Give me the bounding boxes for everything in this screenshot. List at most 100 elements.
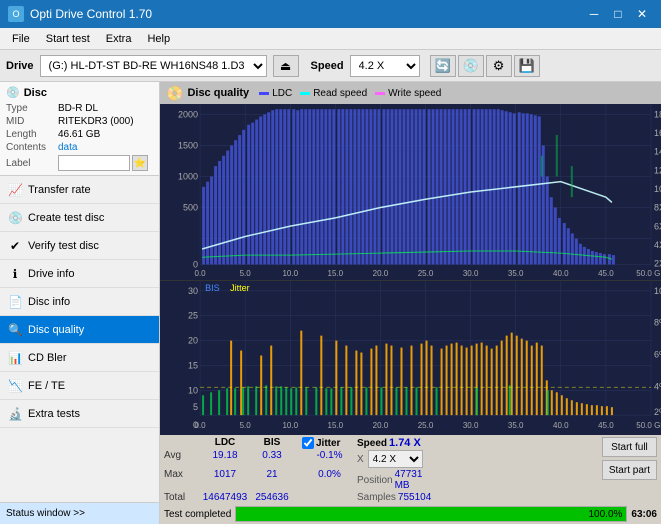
- bottom-chart-svg: 30 25 20 15 10 5 0 10% 8% 6% 4% 2%: [160, 281, 661, 435]
- svg-text:5.0: 5.0: [240, 421, 252, 430]
- progress-label: Test completed: [164, 509, 231, 520]
- jitter-checkbox[interactable]: [302, 437, 314, 449]
- close-button[interactable]: ✕: [631, 5, 653, 23]
- svg-text:4%: 4%: [654, 381, 661, 391]
- nav-fe-te-label: FE / TE: [28, 380, 65, 392]
- svg-text:10.0: 10.0: [282, 421, 298, 430]
- svg-text:20: 20: [188, 336, 198, 346]
- avg-jitter: -0.1%: [302, 450, 357, 468]
- nav-create-test-disc-label: Create test disc: [28, 212, 104, 224]
- samples-row: Samples 755104: [357, 492, 427, 503]
- svg-text:16X: 16X: [654, 128, 661, 138]
- svg-text:50.0 GB: 50.0 GB: [636, 269, 661, 278]
- svg-text:18X: 18X: [654, 109, 661, 119]
- minimize-button[interactable]: ─: [583, 5, 605, 23]
- svg-text:10.0: 10.0: [282, 269, 298, 278]
- nav-disc-info[interactable]: 📄 Disc info: [0, 288, 159, 316]
- stats-table: LDC BIS Jitter Speed 1.74 X: [164, 437, 594, 503]
- nav-create-test-disc[interactable]: 💿 Create test disc: [0, 204, 159, 232]
- top-chart-svg: 2000 1500 1000 500 0 18X 16X 14X 12X 10X…: [160, 104, 661, 280]
- col-bis-header: BIS: [250, 437, 294, 449]
- svg-text:50.0 GB: 50.0 GB: [636, 421, 661, 430]
- verify-test-disc-icon: ✔: [8, 239, 22, 253]
- progress-row: Test completed 100.0% 63:06: [164, 506, 657, 522]
- right-panel: 📀 Disc quality LDC Read speed Write spee…: [160, 82, 661, 524]
- length-label: Length: [6, 129, 58, 140]
- window-controls: ─ □ ✕: [583, 5, 653, 23]
- svg-text:30.0: 30.0: [463, 421, 479, 430]
- disc-contents-value: data: [58, 142, 77, 153]
- nav-fe-te[interactable]: 📉 FE / TE: [0, 372, 159, 400]
- legend-ldc-dot: [259, 92, 269, 95]
- svg-text:10%: 10%: [654, 286, 661, 296]
- svg-text:10X: 10X: [654, 184, 661, 194]
- app-icon: O: [8, 6, 24, 22]
- disc-label-button[interactable]: ⭐: [132, 155, 148, 171]
- svg-text:45.0: 45.0: [598, 421, 614, 430]
- svg-text:20.0: 20.0: [373, 421, 389, 430]
- svg-text:6X: 6X: [654, 221, 661, 231]
- speed-select[interactable]: 4.2 X Max 1 X 2 X 8 X: [350, 55, 420, 77]
- settings-button[interactable]: ⚙: [486, 55, 512, 77]
- eject-button[interactable]: ⏏: [273, 55, 299, 77]
- svg-text:15.0: 15.0: [328, 269, 344, 278]
- save-button[interactable]: 💾: [514, 55, 540, 77]
- svg-text:5: 5: [193, 402, 198, 412]
- disc-label-input[interactable]: [58, 155, 130, 171]
- bottom-chart: 30 25 20 15 10 5 0 10% 8% 6% 4% 2%: [160, 280, 661, 435]
- maximize-button[interactable]: □: [607, 5, 629, 23]
- col-speed-label: Speed: [357, 438, 387, 449]
- title-bar: O Opti Drive Control 1.70 ─ □ ✕: [0, 0, 661, 28]
- type-label: Type: [6, 103, 58, 114]
- svg-text:8%: 8%: [654, 318, 661, 328]
- jitter-header: Jitter: [302, 437, 357, 449]
- burn-button[interactable]: 💿: [458, 55, 484, 77]
- menu-extra[interactable]: Extra: [98, 31, 140, 47]
- chart-legend: LDC Read speed Write speed: [259, 88, 441, 99]
- legend-read-speed: Read speed: [300, 88, 367, 99]
- drive-bar: Drive (G:) HL-DT-ST BD-RE WH16NS48 1.D3 …: [0, 50, 661, 82]
- status-window-button[interactable]: Status window >>: [0, 502, 159, 524]
- svg-text:1000: 1000: [178, 171, 198, 181]
- disc-type-value: BD-R DL: [58, 103, 98, 114]
- nav-drive-info[interactable]: ℹ Drive info: [0, 260, 159, 288]
- menu-help[interactable]: Help: [139, 31, 178, 47]
- fe-te-icon: 📉: [8, 379, 22, 393]
- drive-select[interactable]: (G:) HL-DT-ST BD-RE WH16NS48 1.D3: [40, 55, 267, 77]
- legend-write-speed-dot: [375, 92, 385, 95]
- nav-verify-test-disc[interactable]: ✔ Verify test disc: [0, 232, 159, 260]
- nav-disc-quality[interactable]: 🔍 Disc quality: [0, 316, 159, 344]
- start-full-button[interactable]: Start full: [602, 437, 657, 457]
- refresh-button[interactable]: 🔄: [430, 55, 456, 77]
- label-label: Label: [6, 158, 58, 169]
- speed-dropdown[interactable]: 4.2 X Max: [368, 450, 423, 468]
- svg-text:1500: 1500: [178, 140, 198, 150]
- drive-label: Drive: [6, 60, 34, 72]
- action-buttons: Start full Start part: [602, 437, 657, 480]
- nav-extra-tests[interactable]: 🔬 Extra tests: [0, 400, 159, 428]
- svg-text:35.0: 35.0: [508, 269, 524, 278]
- menu-file[interactable]: File: [4, 31, 38, 47]
- menu-start-test[interactable]: Start test: [38, 31, 98, 47]
- nav-transfer-rate[interactable]: 📈 Transfer rate: [0, 176, 159, 204]
- svg-text:2000: 2000: [178, 109, 198, 119]
- disc-quality-icon: 🔍: [8, 323, 22, 337]
- svg-text:10: 10: [188, 385, 198, 395]
- legend-ldc: LDC: [259, 88, 292, 99]
- col-spacer: [294, 437, 302, 449]
- nav-cd-bler[interactable]: 📊 CD Bler: [0, 344, 159, 372]
- nav-items: 📈 Transfer rate 💿 Create test disc ✔ Ver…: [0, 176, 159, 502]
- legend-read-speed-dot: [300, 92, 310, 95]
- avg-bis: 0.33: [250, 450, 294, 468]
- svg-text:30: 30: [188, 286, 198, 296]
- start-part-button[interactable]: Start part: [602, 460, 657, 480]
- max-label: Max: [164, 469, 200, 491]
- avg-ldc: 19.18: [200, 450, 250, 468]
- samples-label: Samples: [357, 492, 396, 503]
- stats-controls-panel: LDC BIS Jitter Speed 1.74 X: [160, 435, 661, 524]
- svg-text:500: 500: [183, 203, 198, 213]
- nav-drive-info-label: Drive info: [28, 268, 74, 280]
- position-row: Position 47731 MB: [357, 469, 427, 491]
- svg-text:15: 15: [188, 360, 198, 370]
- extra-tests-icon: 🔬: [8, 407, 22, 421]
